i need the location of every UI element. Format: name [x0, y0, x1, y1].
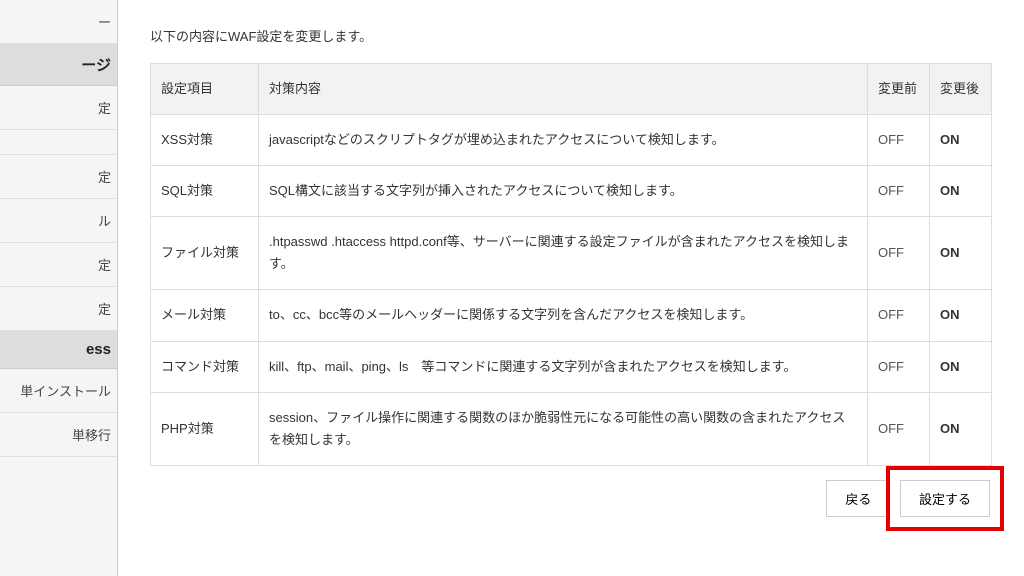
table-row: SQL対策SQL構文に該当する文字列が挿入されたアクセスについて検知します。OF…	[151, 166, 992, 217]
sidebar-item[interactable]	[0, 130, 117, 155]
cell-after: ON	[930, 217, 992, 290]
cell-desc: SQL構文に該当する文字列が挿入されたアクセスについて検知します。	[259, 166, 868, 217]
cell-item: XSS対策	[151, 115, 259, 166]
sidebar-item[interactable]: 単移行	[0, 413, 117, 457]
main-content: 以下の内容にWAF設定を変更します。 設定項目 対策内容 変更前 変更後 XSS…	[118, 0, 1024, 576]
intro-text: 以下の内容にWAF設定を変更します。	[150, 26, 992, 45]
sidebar-item[interactable]: 定	[0, 287, 117, 331]
cell-after: ON	[930, 341, 992, 392]
cell-before: OFF	[868, 392, 930, 465]
sidebar-item[interactable]: 定	[0, 243, 117, 287]
cell-after: ON	[930, 166, 992, 217]
cell-desc: session、ファイル操作に関連する関数のほか脆弱性元になる可能性の高い関数の…	[259, 392, 868, 465]
cell-before: OFF	[868, 341, 930, 392]
sidebar: ー ージ 定 定 ル 定 定 ess 単インストール 単移行	[0, 0, 118, 576]
th-item: 設定項目	[151, 64, 259, 115]
sidebar-item[interactable]: ル	[0, 199, 117, 243]
cell-item: SQL対策	[151, 166, 259, 217]
sidebar-heading: ージ	[0, 44, 117, 86]
cell-item: メール対策	[151, 290, 259, 341]
cell-before: OFF	[868, 217, 930, 290]
th-after: 変更後	[930, 64, 992, 115]
cell-after: ON	[930, 115, 992, 166]
button-row: 戻る 設定する	[150, 480, 992, 517]
cell-before: OFF	[868, 166, 930, 217]
table-row: XSS対策javascriptなどのスクリプトタグが埋め込まれたアクセスについて…	[151, 115, 992, 166]
table-row: メール対策to、cc、bcc等のメールヘッダーに関係する文字列を含んだアクセスを…	[151, 290, 992, 341]
waf-settings-table: 設定項目 対策内容 変更前 変更後 XSS対策javascriptなどのスクリプ…	[150, 63, 992, 466]
cell-after: ON	[930, 392, 992, 465]
sidebar-item[interactable]: 定	[0, 155, 117, 199]
submit-button[interactable]: 設定する	[900, 480, 990, 517]
sidebar-item[interactable]: 単インストール	[0, 369, 117, 413]
cell-item: PHP対策	[151, 392, 259, 465]
th-desc: 対策内容	[259, 64, 868, 115]
cell-item: ファイル対策	[151, 217, 259, 290]
table-row: PHP対策session、ファイル操作に関連する関数のほか脆弱性元になる可能性の…	[151, 392, 992, 465]
cell-desc: to、cc、bcc等のメールヘッダーに関係する文字列を含んだアクセスを検知します…	[259, 290, 868, 341]
th-before: 変更前	[868, 64, 930, 115]
table-row: ファイル対策.htpasswd .htaccess httpd.conf等、サー…	[151, 217, 992, 290]
back-button[interactable]: 戻る	[826, 480, 890, 517]
sidebar-heading: ess	[0, 331, 117, 369]
cell-desc: kill、ftp、mail、ping、ls 等コマンドに関連する文字列が含まれた…	[259, 341, 868, 392]
cell-before: OFF	[868, 290, 930, 341]
table-row: コマンド対策kill、ftp、mail、ping、ls 等コマンドに関連する文字…	[151, 341, 992, 392]
cell-desc: .htpasswd .htaccess httpd.conf等、サーバーに関連す…	[259, 217, 868, 290]
cell-desc: javascriptなどのスクリプトタグが埋め込まれたアクセスについて検知します…	[259, 115, 868, 166]
sidebar-item[interactable]: ー	[0, 0, 117, 44]
cell-item: コマンド対策	[151, 341, 259, 392]
cell-after: ON	[930, 290, 992, 341]
sidebar-item[interactable]: 定	[0, 86, 117, 130]
cell-before: OFF	[868, 115, 930, 166]
